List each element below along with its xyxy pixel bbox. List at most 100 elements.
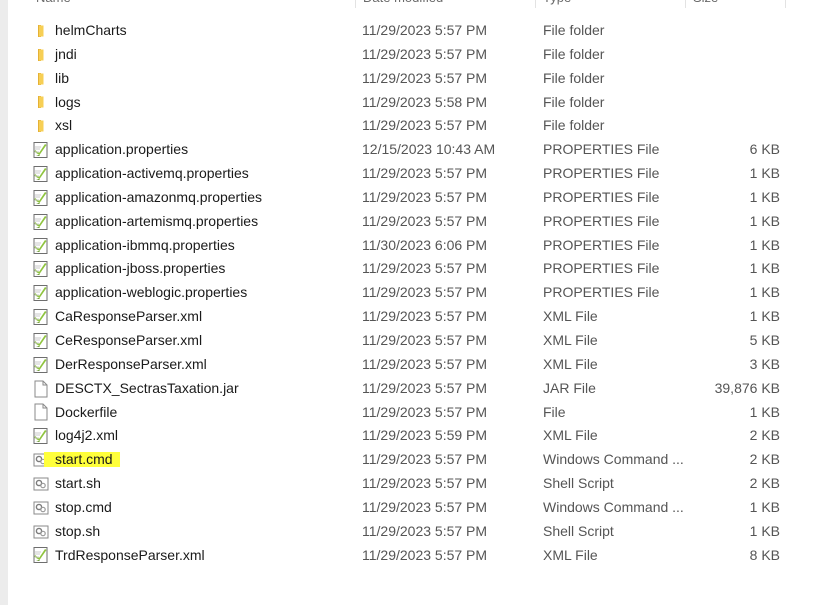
file-name-text: start.cmd (55, 451, 113, 468)
file-date-modified: 11/29/2023 5:57 PM (362, 355, 488, 372)
file-name-text: lib (55, 69, 70, 86)
file-row[interactable]: stop.sh 11/29/2023 5:57 PM Shell Script 1 K… (0, 520, 833, 544)
file-date-modified: 11/29/2023 5:57 PM (362, 475, 488, 492)
file-type: Shell Script (543, 522, 614, 539)
file-name[interactable]: application-activemq.properties (55, 162, 249, 186)
file-row[interactable]: xsl 11/29/2023 5:57 PM File folder (0, 114, 833, 138)
file-name[interactable]: xsl (55, 114, 72, 138)
file-row[interactable]: application.properties 12/15/2023 10:43 A… (0, 138, 833, 162)
file-row[interactable]: start.cmd 11/29/2023 5:57 PM Windows Comma… (0, 448, 833, 472)
file-size: 1 KB (749, 165, 780, 182)
file-date-modified: 11/29/2023 5:57 PM (362, 117, 488, 134)
file-name[interactable]: CaResponseParser.xml (55, 305, 202, 329)
file-date-modified: 11/29/2023 5:57 PM (362, 308, 488, 325)
file-date-modified: 11/29/2023 5:58 PM (362, 93, 488, 110)
file-row[interactable]: application-ibmmq.properties 11/30/2023 6… (0, 234, 833, 258)
file-row[interactable]: start.sh 11/29/2023 5:57 PM Shell Script 2 … (0, 472, 833, 496)
file-name[interactable]: application-weblogic.properties (55, 281, 247, 305)
file-name-text: application-jboss.properties (55, 260, 226, 277)
file-row[interactable]: application-weblogic.properties 11/29/202… (0, 281, 833, 305)
file-name-text: TrdResponseParser.xml (55, 546, 205, 563)
folder-icon (33, 114, 51, 138)
file-type: XML File (543, 331, 598, 348)
file-row[interactable]: Dockerfile 11/29/2023 5:57 PM File 1 KB (0, 401, 833, 425)
file-name-text: CeResponseParser.xml (55, 331, 203, 348)
file-row[interactable]: CeResponseParser.xml 11/29/2023 5:57 PM XM… (0, 329, 833, 353)
file-row[interactable]: helmCharts 11/29/2023 5:57 PM File folder (0, 19, 833, 43)
file-name[interactable]: start.cmd (55, 448, 113, 472)
file-name[interactable]: application-artemismq.properties (55, 210, 258, 234)
file-name[interactable]: TrdResponseParser.xml (55, 544, 205, 568)
file-name[interactable]: start.sh (55, 472, 101, 496)
file-name[interactable]: helmCharts (55, 19, 127, 43)
file-row[interactable]: application-artemismq.properties 11/29/20… (0, 210, 833, 234)
file-name-text: CaResponseParser.xml (55, 308, 203, 325)
file-name[interactable]: DerResponseParser.xml (55, 353, 207, 377)
file-row[interactable]: jndi 11/29/2023 5:57 PM File folder (0, 43, 833, 67)
file-size: 1 KB (749, 284, 780, 301)
notepadpp-file-icon (33, 424, 51, 448)
file-type: File folder (543, 45, 605, 62)
file-row[interactable]: log4j2.xml 11/29/2023 5:59 PM XML File 2 KB (0, 424, 833, 448)
file-name[interactable]: jndi (55, 43, 77, 67)
file-row[interactable]: lib 11/29/2023 5:57 PM File folder (0, 67, 833, 91)
file-name-text: stop.cmd (55, 498, 112, 515)
file-name[interactable]: Dockerfile (55, 401, 117, 425)
file-type: XML File (543, 546, 598, 563)
notepadpp-file-icon (33, 305, 51, 329)
file-size: 1 KB (749, 522, 780, 539)
file-date-modified: 11/29/2023 5:57 PM (362, 331, 488, 348)
file-name[interactable]: stop.sh (55, 520, 100, 544)
notepadpp-file-icon (33, 257, 51, 281)
file-row[interactable]: logs 11/29/2023 5:58 PM File folder (0, 91, 833, 115)
notepadpp-file-icon (33, 234, 51, 258)
file-name[interactable]: CeResponseParser.xml (55, 329, 202, 353)
file-type: PROPERTIES File (543, 165, 660, 182)
folder-icon (33, 19, 51, 43)
column-header: Name Date modified Type Size (8, 0, 833, 8)
file-name[interactable]: DESCTX_SectrasTaxation.jar (55, 377, 239, 401)
script-file-icon (33, 496, 51, 520)
file-size: 1 KB (749, 308, 780, 325)
file-name[interactable]: application-amazonmq.properties (55, 186, 262, 210)
file-date-modified: 11/29/2023 5:57 PM (362, 165, 488, 182)
file-name-text: start.sh (55, 475, 101, 492)
notepadpp-file-icon (33, 162, 51, 186)
file-type: PROPERTIES File (543, 141, 660, 158)
file-date-modified: 11/29/2023 5:57 PM (362, 45, 488, 62)
file-row[interactable]: DESCTX_SectrasTaxation.jar 11/29/2023 5:5… (0, 377, 833, 401)
file-date-modified: 11/29/2023 5:57 PM (362, 260, 488, 277)
notepadpp-file-icon (33, 544, 51, 568)
file-name-text: DerResponseParser.xml (55, 355, 207, 372)
file-row[interactable]: TrdResponseParser.xml 11/29/2023 5:57 PM X… (0, 544, 833, 568)
column-header-type[interactable]: Type (535, 0, 685, 8)
file-name[interactable]: logs (55, 91, 81, 115)
file-name[interactable]: application-ibmmq.properties (55, 234, 235, 258)
file-row[interactable]: application-jboss.properties 11/29/2023 5… (0, 257, 833, 281)
file-name[interactable]: log4j2.xml (55, 424, 118, 448)
file-name[interactable]: lib (55, 67, 69, 91)
file-size: 2 KB (749, 475, 780, 492)
file-row[interactable]: application-activemq.properties 11/29/202… (0, 162, 833, 186)
notepadpp-file-icon (33, 353, 51, 377)
file-name[interactable]: application.properties (55, 138, 188, 162)
file-size: 5 KB (749, 331, 780, 348)
file-row[interactable]: application-amazonmq.properties 11/29/202… (0, 186, 833, 210)
file-row[interactable]: DerResponseParser.xml 11/29/2023 5:57 PM X… (0, 353, 833, 377)
file-name[interactable]: stop.cmd (55, 496, 112, 520)
column-header-size[interactable]: Size (685, 0, 785, 8)
file-name-text: logs (55, 93, 81, 110)
file-type: Shell Script (543, 475, 614, 492)
file-date-modified: 11/29/2023 5:57 PM (362, 522, 488, 539)
file-row[interactable]: stop.cmd 11/29/2023 5:57 PM Windows Comman… (0, 496, 833, 520)
column-header-name[interactable]: Name (28, 0, 358, 8)
column-divider[interactable] (785, 0, 786, 8)
file-type: File folder (543, 22, 605, 38)
file-name[interactable]: application-jboss.properties (55, 257, 225, 281)
column-header-date[interactable]: Date modified (355, 0, 535, 8)
file-date-modified: 11/29/2023 5:57 PM (362, 546, 488, 563)
file-size: 6 KB (749, 141, 780, 158)
script-file-icon (33, 472, 51, 496)
file-row[interactable]: CaResponseParser.xml 11/29/2023 5:57 PM XM… (0, 305, 833, 329)
file-name-text: application.properties (55, 141, 189, 158)
